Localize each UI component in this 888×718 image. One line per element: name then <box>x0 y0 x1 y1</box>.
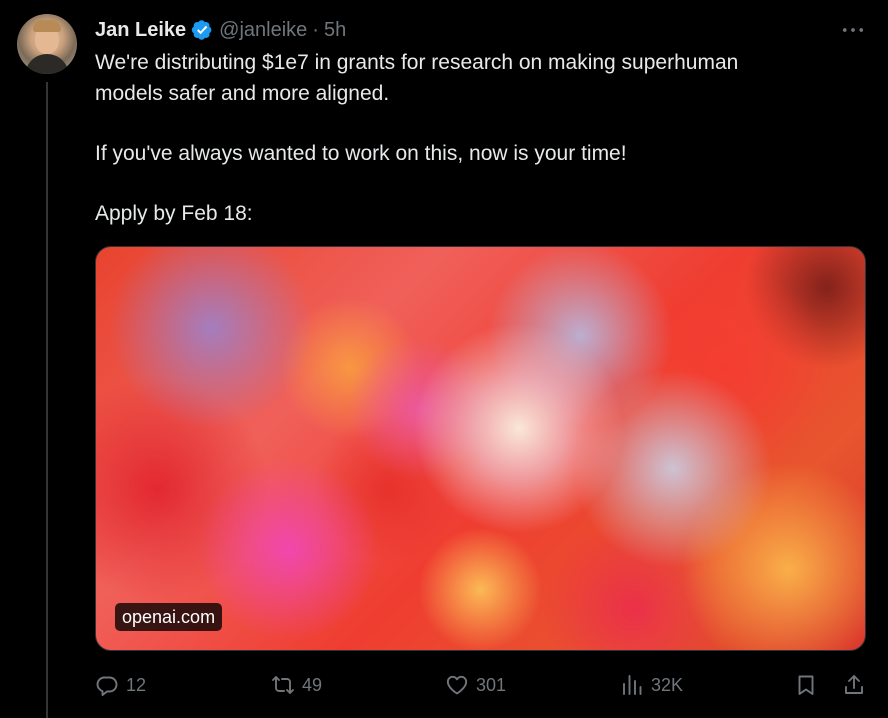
more-horizontal-icon[interactable] <box>840 20 866 40</box>
reply-button[interactable]: 12 <box>95 670 146 700</box>
link-card-image[interactable] <box>95 246 866 651</box>
heart-icon <box>446 675 468 695</box>
repost-count: 49 <box>302 674 323 695</box>
verified-badge-icon[interactable] <box>191 19 213 41</box>
tweet-text-line: If you've always wanted to work on this,… <box>95 142 627 165</box>
repost-icon <box>272 676 294 694</box>
avatar-hair <box>33 20 61 32</box>
avatar[interactable] <box>17 14 77 74</box>
bookmark-button[interactable] <box>794 670 818 700</box>
thread-line <box>46 82 48 718</box>
header-separator: · <box>312 18 319 41</box>
bookmark-icon <box>798 675 814 695</box>
tweet-timestamp[interactable]: 5h <box>324 19 346 42</box>
avatar-shirt <box>25 54 69 74</box>
like-button[interactable]: 301 <box>445 670 506 700</box>
views-chart-icon <box>623 675 642 695</box>
tweet-text-line: We're distributing $1e7 in grants for re… <box>95 51 739 74</box>
views-button[interactable]: 32K <box>620 670 683 700</box>
author-name[interactable]: Jan Leike <box>95 19 186 42</box>
tweet-header: Jan Leike @janleike · 5h <box>95 17 346 43</box>
views-count: 32K <box>651 674 684 695</box>
reply-count: 12 <box>126 674 147 695</box>
tweet-text-line: models safer and more aligned. <box>95 82 390 105</box>
tweet-text-line: Apply by Feb 18: <box>95 202 253 225</box>
repost-button[interactable]: 49 <box>271 670 322 700</box>
tweet: Jan Leike @janleike · 5h We're distribut… <box>0 0 888 718</box>
reply-icon <box>96 676 118 696</box>
share-button[interactable] <box>842 670 866 700</box>
link-card-domain[interactable]: openai.com <box>115 603 223 631</box>
tweet-text: We're distributing $1e7 in grants for re… <box>95 47 855 229</box>
like-count: 301 <box>476 674 507 695</box>
tweet-actions: 12 49 301 32K <box>95 670 866 700</box>
author-handle[interactable]: @janleike <box>219 19 307 42</box>
share-icon <box>845 675 863 694</box>
